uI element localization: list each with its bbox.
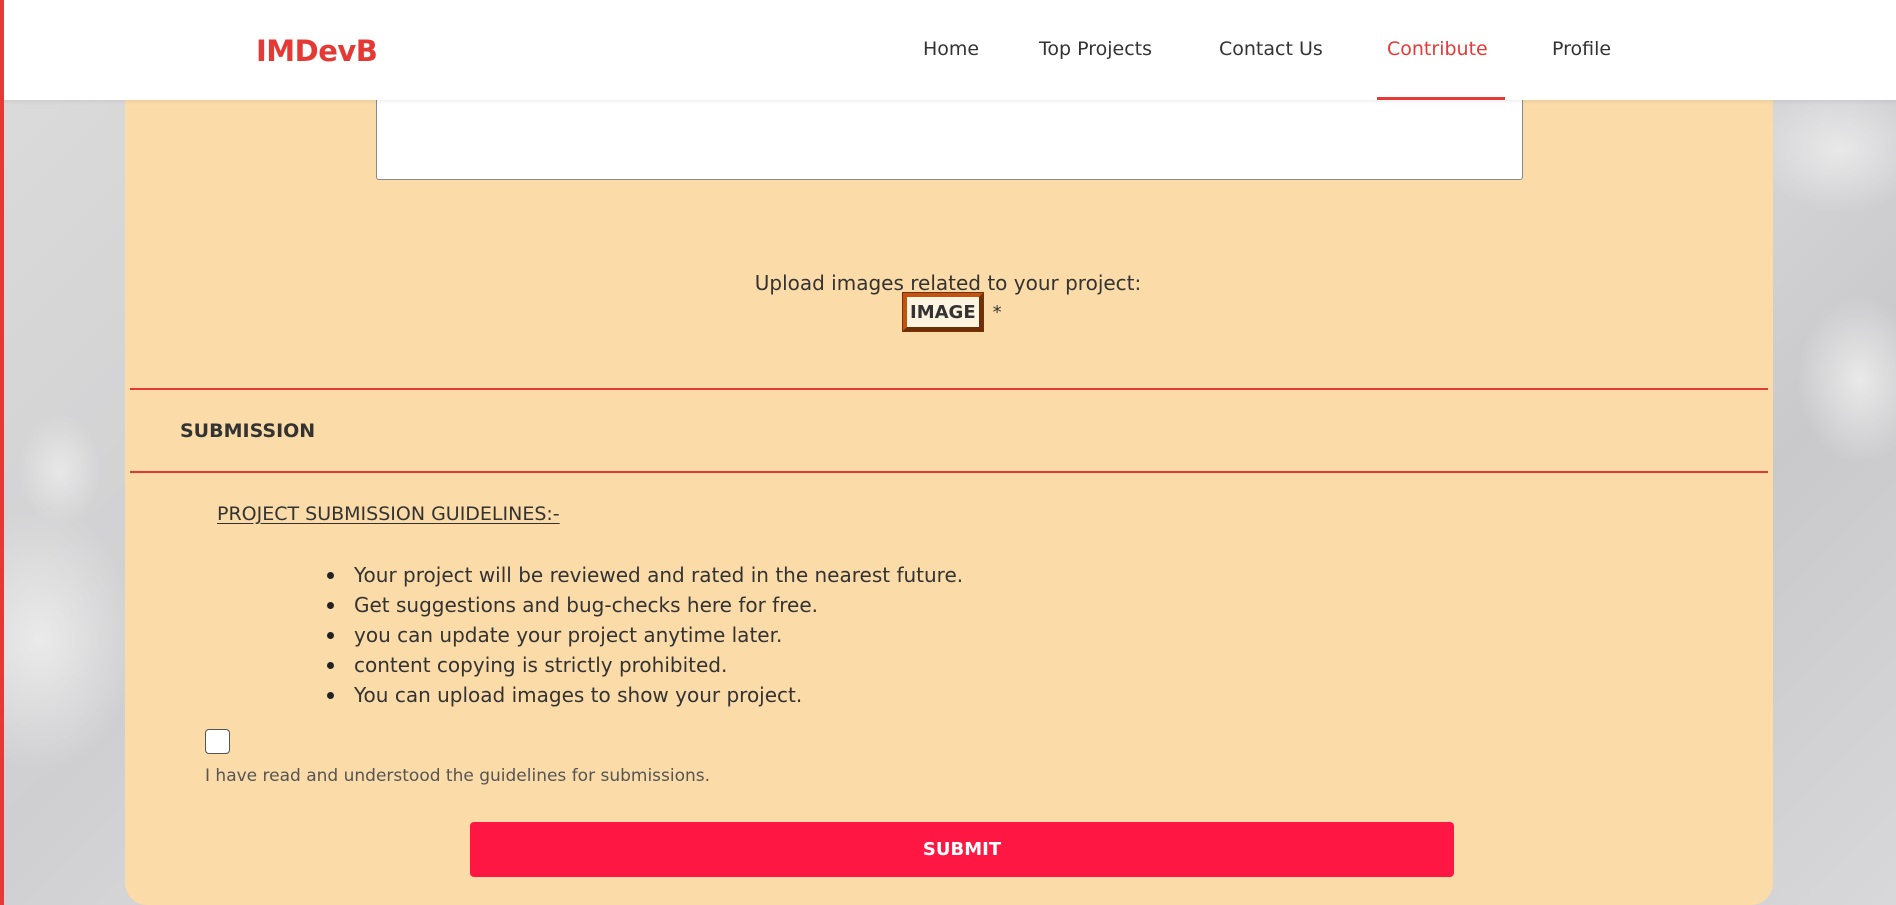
section-divider-top [130, 388, 1768, 390]
nav-profile[interactable]: Profile [1552, 38, 1611, 60]
guideline-item: you can update your project anytime late… [326, 620, 963, 650]
top-navbar: IMDevB Home Top Projects Contact Us Cont… [0, 0, 1896, 100]
active-nav-indicator [1377, 97, 1505, 100]
guidelines-title: PROJECT SUBMISSION GUIDELINES:- [217, 503, 560, 525]
nav-contact-us[interactable]: Contact Us [1219, 38, 1323, 60]
image-upload-button[interactable]: IMAGE [902, 292, 984, 332]
nav-links: Home Top Projects Contact Us Contribute … [0, 0, 1896, 100]
guidelines-consent-checkbox[interactable] [205, 729, 230, 754]
submission-section-title: SUBMISSION [180, 420, 316, 442]
guideline-item: You can upload images to show your proje… [326, 680, 963, 710]
section-divider-bottom [130, 471, 1768, 473]
guidelines-list: Your project will be reviewed and rated … [326, 560, 963, 710]
upload-images-label: Upload images related to your project: [754, 271, 1142, 295]
guideline-item: content copying is strictly prohibited. [326, 650, 963, 680]
submit-button[interactable]: SUBMIT [470, 822, 1454, 877]
nav-home[interactable]: Home [923, 38, 979, 60]
guideline-item: Your project will be reviewed and rated … [326, 560, 963, 590]
required-marker: * [992, 301, 1002, 323]
guidelines-consent-label: I have read and understood the guideline… [205, 766, 711, 786]
left-edge-bar [0, 0, 4, 905]
nav-contribute[interactable]: Contribute [1387, 38, 1488, 60]
nav-top-projects[interactable]: Top Projects [1039, 38, 1152, 60]
upload-row: IMAGE * [902, 292, 1002, 332]
project-description-textarea[interactable] [376, 90, 1523, 180]
guideline-item: Get suggestions and bug-checks here for … [326, 590, 963, 620]
